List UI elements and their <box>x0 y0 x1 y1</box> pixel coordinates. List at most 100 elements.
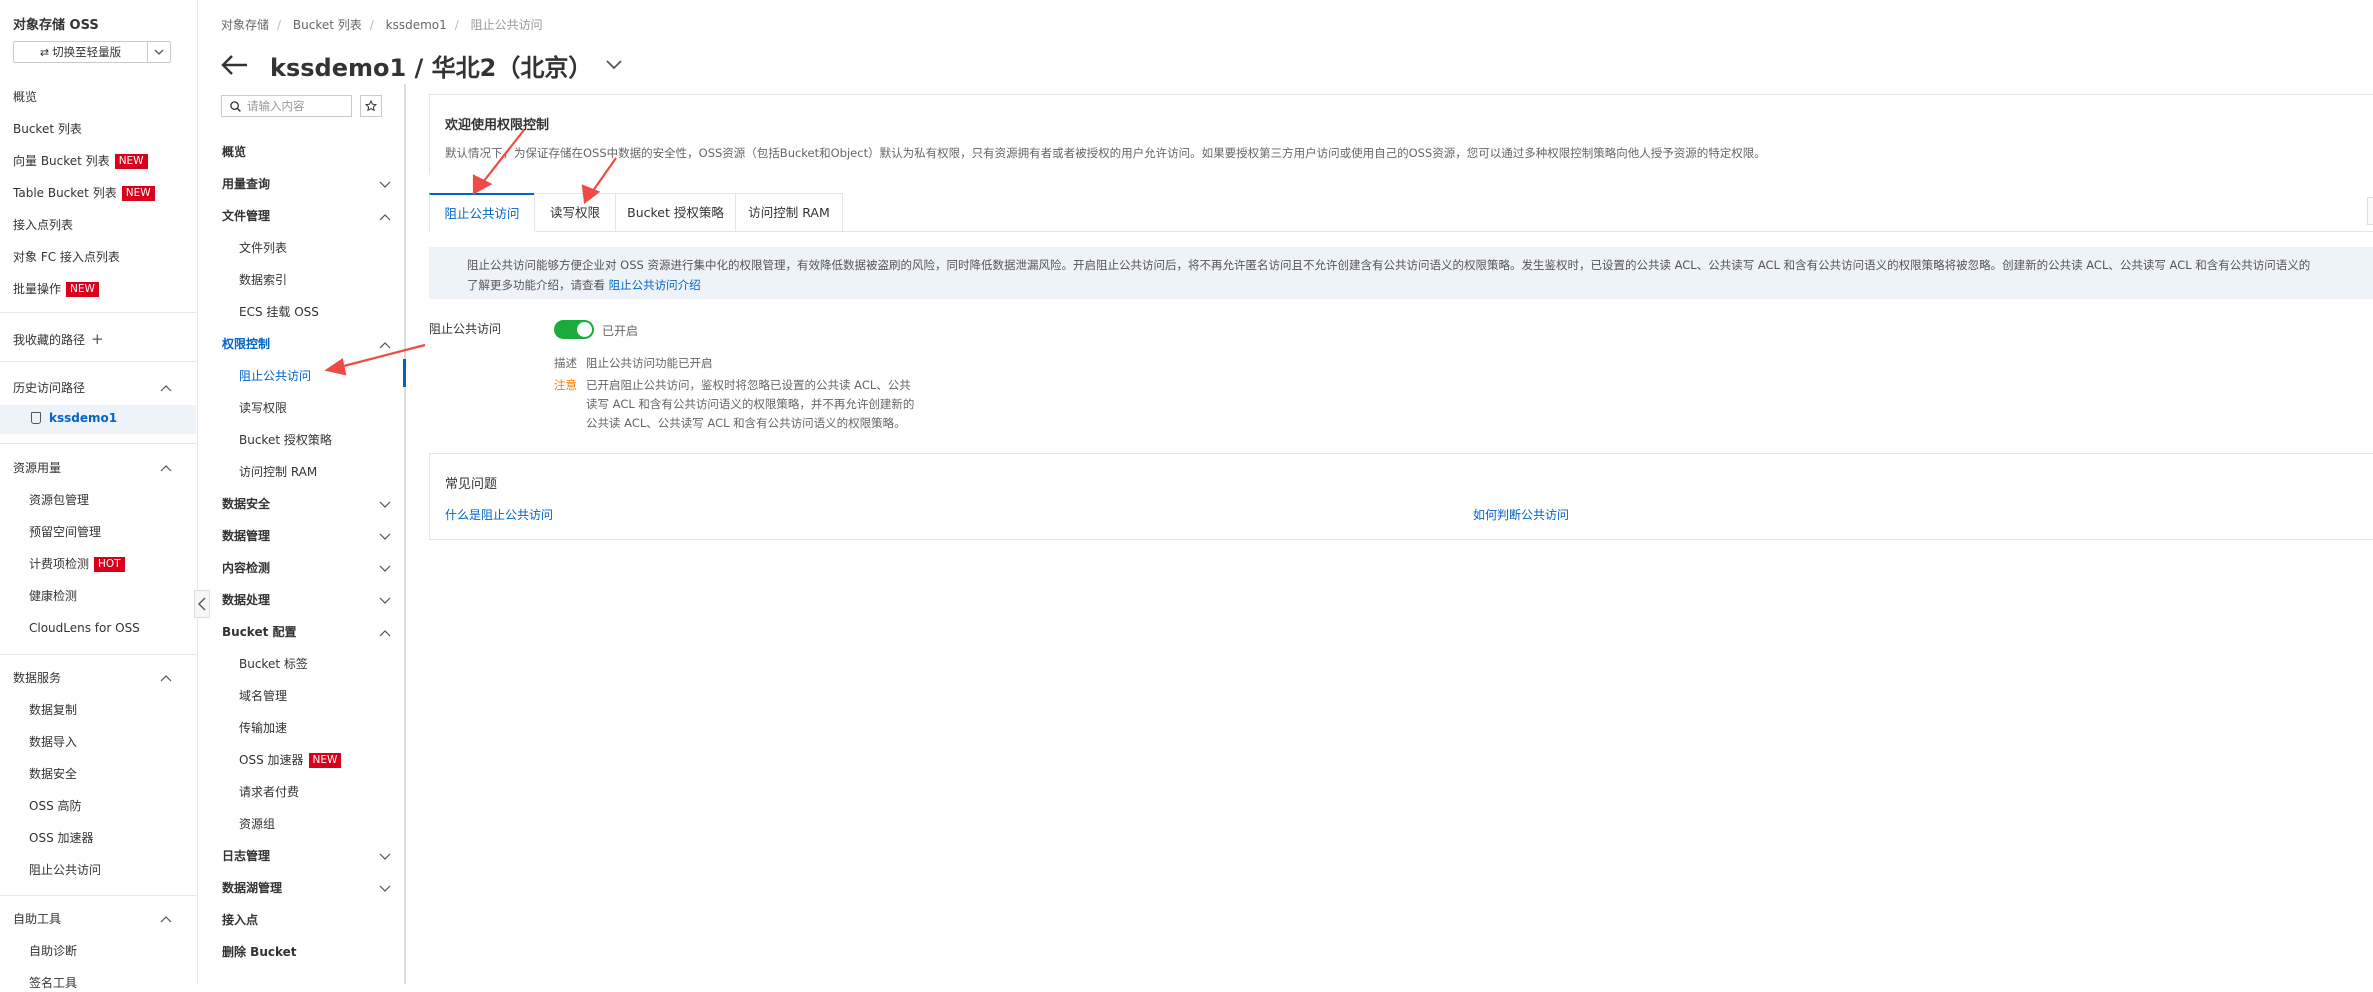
switch-lite-button[interactable]: ⇄ 切换至轻量版 <box>13 41 171 63</box>
chevron-down-icon[interactable] <box>379 597 391 605</box>
chevron-up-icon[interactable] <box>160 915 172 923</box>
secnav-domain[interactable]: 域名管理 <box>239 687 287 705</box>
chevron-down-icon[interactable] <box>379 533 391 541</box>
sidebar-item-package[interactable]: 资源包管理 <box>29 491 89 509</box>
chevron-up-icon[interactable] <box>160 464 172 472</box>
search-input[interactable]: 请输入内容 <box>221 95 352 117</box>
chevron-down-icon[interactable] <box>379 885 391 893</box>
sidebar-item-label: 预留空间管理 <box>29 525 102 539</box>
faq-link-how-judge[interactable]: 如何判断公共访问 <box>1473 506 1569 523</box>
favorite-button[interactable] <box>360 95 382 117</box>
tab-rw-permission[interactable]: 读写权限 <box>534 193 616 231</box>
chevron-up-icon[interactable] <box>379 213 391 221</box>
secnav-file-list[interactable]: 文件列表 <box>239 239 287 257</box>
secnav-content-check[interactable]: 内容检测 <box>222 559 270 577</box>
sidebar-item-fc-access-points[interactable]: 对象 FC 接入点列表 <box>13 248 120 266</box>
collapse-sidebar-button[interactable] <box>194 590 210 618</box>
chevron-down-icon[interactable] <box>606 60 622 70</box>
hot-badge: HOT <box>94 557 125 572</box>
secnav-file-mgmt[interactable]: 文件管理 <box>222 207 270 225</box>
secnav-bucket-tags[interactable]: Bucket 标签 <box>239 655 308 673</box>
secnav-block-public[interactable]: 阻止公共访问 <box>239 367 311 385</box>
chevron-up-icon[interactable] <box>160 674 172 682</box>
secnav-label: 资源组 <box>239 817 276 831</box>
secnav-transfer-accel[interactable]: 传输加速 <box>239 719 287 737</box>
sidebar-item-import[interactable]: 数据导入 <box>29 733 77 751</box>
secnav-data-mgmt[interactable]: 数据管理 <box>222 527 270 545</box>
tab-bucket-policy[interactable]: Bucket 授权策略 <box>615 193 736 231</box>
chevron-up-icon[interactable] <box>160 384 172 392</box>
switch-dropdown-button[interactable] <box>147 42 170 62</box>
back-arrow-icon[interactable] <box>220 54 250 76</box>
secnav-data-process[interactable]: 数据处理 <box>222 591 270 609</box>
sidebar-item-health[interactable]: 健康检测 <box>29 587 77 605</box>
resource-section-title[interactable]: 资源用量 <box>13 459 61 477</box>
chevron-down-icon[interactable] <box>379 181 391 189</box>
sidebar-item-block-public[interactable]: 阻止公共访问 <box>29 861 101 879</box>
info-intro-link[interactable]: 阻止公共访问介绍 <box>609 278 701 292</box>
secnav-usage[interactable]: 用量查询 <box>222 175 270 193</box>
sidebar-item-billing-check[interactable]: 计费项检测 HOT <box>29 555 125 573</box>
secnav-permission[interactable]: 权限控制 <box>222 335 270 353</box>
history-section-title[interactable]: 历史访问路径 <box>13 379 85 397</box>
sidebar-item-table-bucket[interactable]: Table Bucket 列表 NEW <box>13 184 155 202</box>
secnav-overview[interactable]: 概览 <box>222 143 246 161</box>
divider <box>0 361 196 362</box>
chevron-down-icon[interactable] <box>379 565 391 573</box>
secnav-requester-pays[interactable]: 请求者付费 <box>239 783 299 801</box>
block-public-toggle[interactable] <box>554 320 594 339</box>
chevron-down-icon[interactable] <box>379 853 391 861</box>
info-text-line1: 阻止公共访问能够方便企业对 OSS 资源进行集中化的权限管理，有效降低数据被盗刷… <box>467 258 2311 272</box>
history-item-kssdemo1[interactable]: kssdemo1 <box>0 405 196 434</box>
favorites-section[interactable]: 我收藏的路径 + <box>13 330 104 348</box>
secnav-ram[interactable]: 访问控制 RAM <box>239 463 317 481</box>
breadcrumb-item[interactable]: Bucket 列表 <box>293 18 362 32</box>
faq-title: 常见问题 <box>445 477 498 492</box>
resource-title: 资源用量 <box>13 461 62 475</box>
plus-icon[interactable]: + <box>91 330 104 348</box>
secnav-rw-permission[interactable]: 读写权限 <box>239 399 287 417</box>
switch-lite-main[interactable]: ⇄ 切换至轻量版 <box>14 42 147 62</box>
tab-ram[interactable]: 访问控制 RAM <box>735 193 843 231</box>
tools-section-title[interactable]: 自助工具 <box>13 910 61 928</box>
secnav-data-index[interactable]: 数据索引 <box>239 271 287 289</box>
sidebar-item-sign-tool[interactable]: 签名工具 <box>29 974 77 992</box>
secnav-access-point[interactable]: 接入点 <box>222 911 258 929</box>
secnav-log-mgmt[interactable]: 日志管理 <box>222 847 270 865</box>
chevron-up-icon[interactable] <box>379 629 391 637</box>
data-service-section-title[interactable]: 数据服务 <box>13 669 61 687</box>
swap-icon: ⇄ <box>39 45 50 59</box>
secnav-resource-group[interactable]: 资源组 <box>239 815 275 833</box>
secnav-delete-bucket[interactable]: 删除 Bucket <box>222 943 297 961</box>
tab-block-public[interactable]: 阻止公共访问 <box>429 193 535 232</box>
divider <box>0 895 196 896</box>
sidebar-item-access-points[interactable]: 接入点列表 <box>13 216 73 234</box>
sidebar-item-bucket-list[interactable]: Bucket 列表 <box>13 120 82 138</box>
breadcrumb-item[interactable]: 对象存储 <box>221 18 269 32</box>
sidebar-item-reserved[interactable]: 预留空间管理 <box>29 523 101 541</box>
faq-link-what-is[interactable]: 什么是阻止公共访问 <box>445 506 553 523</box>
sidebar-item-vector-bucket[interactable]: 向量 Bucket 列表 NEW <box>13 152 148 170</box>
sidebar-item-diagnose[interactable]: 自助诊断 <box>29 942 77 960</box>
secnav-oss-accel[interactable]: OSS 加速器 NEW <box>239 751 342 769</box>
bucket-icon <box>31 412 41 424</box>
sidebar-item-batch-ops[interactable]: 批量操作 NEW <box>13 280 99 298</box>
secnav-datalake[interactable]: 数据湖管理 <box>222 879 282 897</box>
breadcrumb-item[interactable]: kssdemo1 <box>386 18 447 32</box>
secnav-bucket-policy[interactable]: Bucket 授权策略 <box>239 431 332 449</box>
sidebar-item-overview[interactable]: 概览 <box>13 88 37 106</box>
right-edge-handle[interactable] <box>2367 197 2373 225</box>
secnav-ecs-mount[interactable]: ECS 挂载 OSS <box>239 303 319 321</box>
sidebar-item-label: CloudLens for OSS <box>29 621 140 635</box>
secnav-label: 内容检测 <box>222 561 271 575</box>
secnav-bucket-config[interactable]: Bucket 配置 <box>222 623 297 641</box>
sidebar-item-ddos[interactable]: OSS 高防 <box>29 797 82 815</box>
sidebar-item-security[interactable]: 数据安全 <box>29 765 77 783</box>
secnav-label: 数据湖管理 <box>222 881 283 895</box>
chevron-up-icon[interactable] <box>379 341 391 349</box>
secnav-data-security[interactable]: 数据安全 <box>222 495 270 513</box>
chevron-down-icon[interactable] <box>379 501 391 509</box>
sidebar-item-cloudlens[interactable]: CloudLens for OSS <box>29 619 140 637</box>
sidebar-item-accelerator[interactable]: OSS 加速器 <box>29 829 94 847</box>
sidebar-item-replication[interactable]: 数据复制 <box>29 701 77 719</box>
